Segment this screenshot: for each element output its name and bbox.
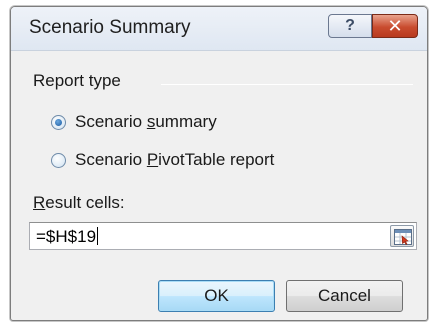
dialog-title: Scenario Summary bbox=[29, 17, 191, 38]
radio-selected-icon[interactable] bbox=[51, 114, 66, 130]
range-selector-icon bbox=[394, 229, 412, 245]
range-selector-button[interactable] bbox=[390, 225, 414, 247]
result-cells-label: Result cells: bbox=[33, 193, 125, 212]
radio-unselected-icon[interactable] bbox=[51, 152, 66, 168]
radio-scenario-summary-label: Scenario summary bbox=[75, 112, 217, 131]
radio-scenario-summary[interactable]: Scenario summary bbox=[51, 112, 217, 132]
radio-scenario-pivottable[interactable]: Scenario PivotTable report bbox=[51, 150, 274, 170]
title-bar: Scenario Summary ? ✕ bbox=[11, 7, 427, 51]
close-icon: ✕ bbox=[387, 15, 403, 36]
help-button[interactable]: ? bbox=[328, 14, 372, 38]
result-cells-input[interactable]: =$H$19 bbox=[29, 222, 417, 250]
ok-button[interactable]: OK bbox=[158, 280, 275, 312]
scenario-summary-dialog: Scenario Summary ? ✕ Report type Scenari… bbox=[10, 6, 428, 321]
close-button[interactable]: ✕ bbox=[372, 14, 418, 38]
report-type-label: Report type bbox=[33, 71, 121, 90]
report-type-divider bbox=[161, 84, 413, 85]
help-icon: ? bbox=[345, 17, 355, 34]
cancel-button[interactable]: Cancel bbox=[286, 280, 403, 312]
radio-scenario-pivottable-label: Scenario PivotTable report bbox=[75, 150, 275, 169]
result-cells-value[interactable]: =$H$19 bbox=[36, 227, 99, 247]
